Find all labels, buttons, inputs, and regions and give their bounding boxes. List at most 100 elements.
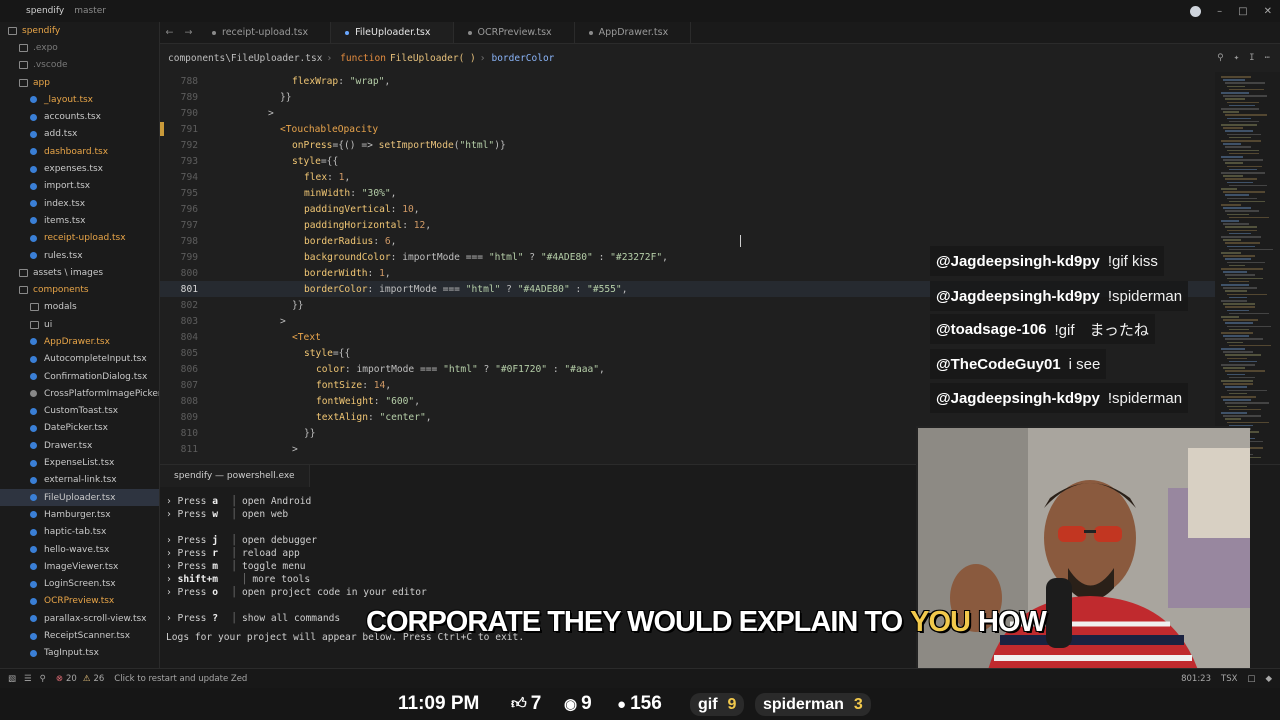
tree-item[interactable]: TagInput.tsx [0,645,159,662]
editor-tab[interactable]: OCRPreview.tsx [454,22,575,43]
tree-item-label: AutocompleteInput.tsx [44,354,147,365]
outline-icon[interactable]: ☰ [24,674,32,684]
code-line[interactable]: 791 <TouchableOpacity [160,121,1220,137]
code-token: setImportMode [378,139,454,151]
minimap[interactable] [1215,72,1280,468]
project-name[interactable]: spendify [26,6,64,16]
tree-item[interactable]: _layout.tsx [0,91,159,108]
minimap-line [1227,405,1247,408]
line-number: 792 [180,139,198,151]
search-icon[interactable]: ⚲ [40,674,46,684]
tree-item[interactable]: expenses.tsx [0,160,159,177]
branch-name[interactable]: master [74,6,106,16]
code-text: fontWeight: "600", [316,396,420,407]
editor-tab[interactable]: FileUploader.tsx [331,22,454,43]
tree-item[interactable]: import.tsx [0,178,159,195]
tree-item[interactable]: ConfirmationDialog.tsx [0,368,159,385]
avatar[interactable] [1190,5,1202,17]
search-icon[interactable]: ⚲ [1217,53,1224,63]
assistant-icon[interactable]: ✦ [1234,53,1239,63]
minimize-icon[interactable]: – [1217,6,1222,17]
file-icon [30,130,37,138]
maximize-icon[interactable]: □ [1238,6,1247,17]
code-line[interactable]: 789}} [160,89,1220,105]
tree-item[interactable]: components [0,281,159,298]
minimap-line [1223,335,1249,337]
code-line[interactable]: 793 style={{ [160,153,1220,169]
tree-item[interactable]: app [0,74,159,91]
forward-icon[interactable]: → [185,27,193,38]
tree-item[interactable]: index.tsx [0,195,159,212]
code-line[interactable]: 792 onPress={() => setImportMode("html")} [160,137,1220,153]
tree-item[interactable]: AutocompleteInput.tsx [0,351,159,368]
code-line[interactable]: 790 > [160,105,1220,121]
code-line[interactable]: 796 paddingVertical: 10, [160,201,1220,217]
minimap-line [1229,344,1271,347]
error-icon[interactable]: ⊗ [56,674,63,684]
error-count[interactable]: 20 [66,674,77,684]
cursor-position[interactable]: 801:23 [1181,674,1211,684]
command-count: 3 [853,695,863,713]
code-line[interactable]: 795 minWidth: "30%", [160,185,1220,201]
tree-item[interactable]: hello-wave.tsx [0,541,159,558]
tree-item[interactable]: dashboard.tsx [0,143,159,160]
tree-item[interactable]: accounts.tsx [0,108,159,125]
editor-tab[interactable]: receipt-upload.tsx [198,22,332,43]
code-line[interactable]: 788 flexWrap: "wrap", [160,73,1220,89]
tree-item[interactable]: parallax-scroll-view.tsx [0,610,159,627]
tree-item[interactable]: OCRPreview.tsx [0,593,159,610]
tree-item[interactable]: add.tsx [0,126,159,143]
tree-item[interactable]: rules.tsx [0,247,159,264]
bell-icon[interactable]: ◆ [1265,674,1272,684]
code-token: , [413,203,420,215]
tree-item[interactable]: items.tsx [0,212,159,229]
minimap-line [1225,82,1265,84]
terminal-tab[interactable]: spendify — powershell.exe [160,465,310,487]
tree-item[interactable]: ui [0,316,159,333]
layout-icon[interactable]: □ [1247,674,1255,684]
tree-item[interactable]: modals [0,299,159,316]
tree-item[interactable]: CrossPlatformImagePicker [0,385,159,402]
cursor-icon[interactable]: I [1249,53,1254,63]
file-icon [30,252,37,259]
chat-bubble-icon: ● [617,695,627,713]
minimap-line [1221,332,1253,334]
breadcrumb-function[interactable]: FileUploader( ) [390,53,476,64]
tree-item[interactable]: AppDrawer.tsx [0,333,159,350]
tree-item[interactable]: .vscode [0,57,159,74]
settings-icon[interactable]: ⋯ [1265,53,1270,63]
code-token: )} [494,139,506,151]
tree-item[interactable]: .expo [0,39,159,56]
tree-item[interactable]: spendify [0,22,159,39]
tree-item[interactable]: assets \ images [0,264,159,281]
code-token: textAlign [316,411,368,423]
editor-tab[interactable]: AppDrawer.tsx [575,22,692,43]
file-icon [345,30,350,35]
tree-item[interactable]: haptic-tab.tsx [0,524,159,541]
warning-count[interactable]: 26 [93,674,104,684]
tree-item[interactable]: LoginScreen.tsx [0,576,159,593]
tree-item[interactable]: ExpenseList.tsx [0,454,159,471]
chat-username: @Jagdeepsingh-kd9py [936,389,1100,407]
tree-item[interactable]: Drawer.tsx [0,437,159,454]
language-mode[interactable]: TSX [1221,674,1237,684]
panel-icon[interactable]: ▧ [8,674,16,684]
tree-item-label: components [33,285,89,296]
code-line[interactable]: 797 paddingHorizontal: 12, [160,217,1220,233]
back-icon[interactable]: ← [166,27,174,38]
tree-item[interactable]: DatePicker.tsx [0,420,159,437]
tree-item[interactable]: receipt-upload.tsx [0,230,159,247]
tree-item[interactable]: FileUploader.tsx [0,489,159,507]
close-icon[interactable]: ✕ [1264,6,1272,17]
code-line[interactable]: 794 flex: 1, [160,169,1220,185]
tree-item[interactable]: Hamburger.tsx [0,506,159,523]
warning-icon[interactable]: ⚠ [83,674,91,684]
terminal-text: reload app [242,548,300,559]
breadcrumb-symbol[interactable]: borderColor [491,53,554,64]
tree-item[interactable]: ImageViewer.tsx [0,558,159,575]
tree-item[interactable]: ReceiptScanner.tsx [0,627,159,644]
update-message[interactable]: Click to restart and update Zed [114,674,247,684]
tree-item[interactable]: external-link.tsx [0,472,159,489]
tree-item[interactable]: CustomToast.tsx [0,403,159,420]
breadcrumb-path[interactable]: components\FileUploader.tsx [168,53,322,64]
